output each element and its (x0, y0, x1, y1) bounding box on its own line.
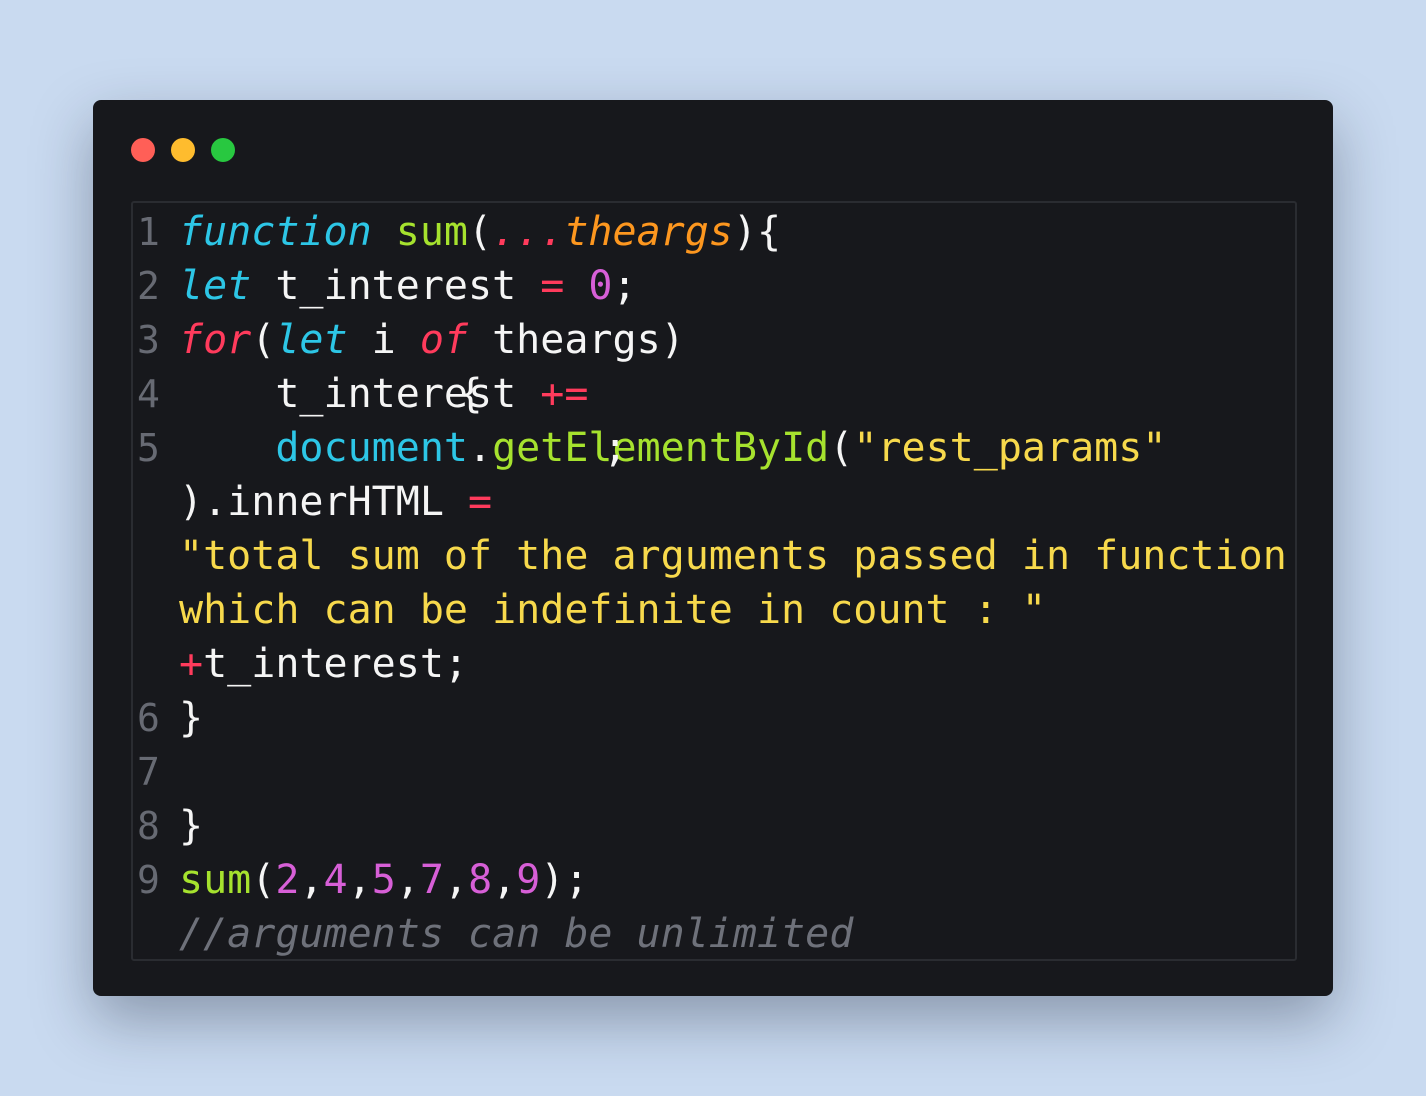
line-number: 7 (137, 750, 160, 794)
code-token: } (179, 695, 204, 741)
code-token: , (492, 857, 517, 903)
code-token: , (395, 857, 420, 903)
code-window: 1 function sum(...theargs){2 let t_interes… (93, 100, 1333, 996)
code-token: of (419, 317, 469, 363)
line-number (137, 529, 177, 583)
code-line: } (179, 799, 203, 853)
line-number (137, 583, 177, 637)
code-line: //arguments can be unlimited (179, 907, 854, 959)
code-token: , (299, 857, 324, 903)
code-token: 7 (419, 857, 444, 903)
code-token: } (179, 803, 204, 849)
line-number: 9 (137, 858, 160, 902)
code-token: = (540, 263, 565, 309)
minimize-dot[interactable] (171, 138, 195, 162)
code-line: document.getElementById("rest_params" (179, 421, 1166, 475)
code-token: t_interest (251, 263, 541, 309)
code-token: function (179, 209, 372, 255)
code-token: i (347, 317, 420, 363)
code-token: ; (612, 263, 637, 309)
line-number: 8 (137, 804, 160, 848)
overlay-glyph: ; (603, 425, 628, 471)
code-token: ( (468, 209, 493, 255)
code-token: 0 (588, 263, 613, 309)
code-token: document (275, 425, 468, 471)
code-line: ).innerHTML = (179, 475, 492, 529)
line-number: 3 (137, 318, 160, 362)
code-token: theargs) (468, 317, 685, 363)
code-token: let (275, 317, 348, 363)
close-dot[interactable] (131, 138, 155, 162)
code-line: function sum(...theargs){ (179, 205, 781, 259)
code-token: + (179, 641, 204, 687)
code-line: for(let i of theargs) (179, 313, 685, 367)
code-token: ... (492, 209, 565, 255)
code-line: "total sum of the arguments passed in fu… (179, 529, 1287, 583)
line-number (137, 637, 177, 691)
code-token: ( (251, 857, 276, 903)
code-token: getElementById (492, 425, 830, 471)
code-token: 9 (516, 857, 541, 903)
code-token: which can be indefinite in count : " (179, 587, 1046, 633)
code-token: t_interest; (203, 641, 468, 687)
code-token: "rest_params" (853, 425, 1167, 471)
maximize-dot[interactable] (211, 138, 235, 162)
code-token: 8 (468, 857, 493, 903)
code-editor[interactable]: 1 function sum(...theargs){2 let t_interes… (131, 201, 1297, 961)
line-number: 2 (137, 264, 160, 308)
code-token: 2 (275, 857, 300, 903)
code-token: ( (251, 317, 276, 363)
overlay-glyph: { (458, 371, 483, 417)
code-line: let t_interest = 0; (179, 259, 637, 313)
code-token: ){ (732, 209, 782, 255)
code-token: sum (395, 209, 468, 255)
code-token: let (179, 263, 252, 309)
line-number: 6 (137, 696, 160, 740)
line-number (137, 907, 177, 959)
code-token: theargs (564, 209, 733, 255)
code-token: //arguments can be unlimited (179, 911, 854, 957)
code-token: "total sum of the arguments passed in fu… (179, 533, 1287, 579)
code-token: += (540, 371, 589, 417)
code-token: , (347, 857, 372, 903)
code-line: } (179, 691, 203, 745)
code-token: ).innerHTML (179, 479, 468, 525)
line-number: 5 (137, 426, 160, 470)
code-token: sum (179, 857, 252, 903)
code-line: t_interest += (179, 367, 588, 421)
code-token: for (179, 317, 252, 363)
code-token: ); (540, 857, 589, 903)
code-line: +t_interest; (179, 637, 468, 691)
code-token: ( (829, 425, 854, 471)
code-line: sum(2,4,5,7,8,9); (179, 853, 589, 907)
line-number: 1 (137, 210, 160, 254)
code-token: . (467, 425, 493, 471)
line-number (137, 475, 177, 529)
code-token: t_interest (179, 371, 541, 417)
code-token: 5 (371, 857, 396, 903)
code-token: 4 (323, 857, 348, 903)
code-token: = (467, 479, 493, 525)
line-number: 4 (137, 372, 160, 416)
code-line: which can be indefinite in count : " (179, 583, 1046, 637)
code-token: , (444, 857, 469, 903)
